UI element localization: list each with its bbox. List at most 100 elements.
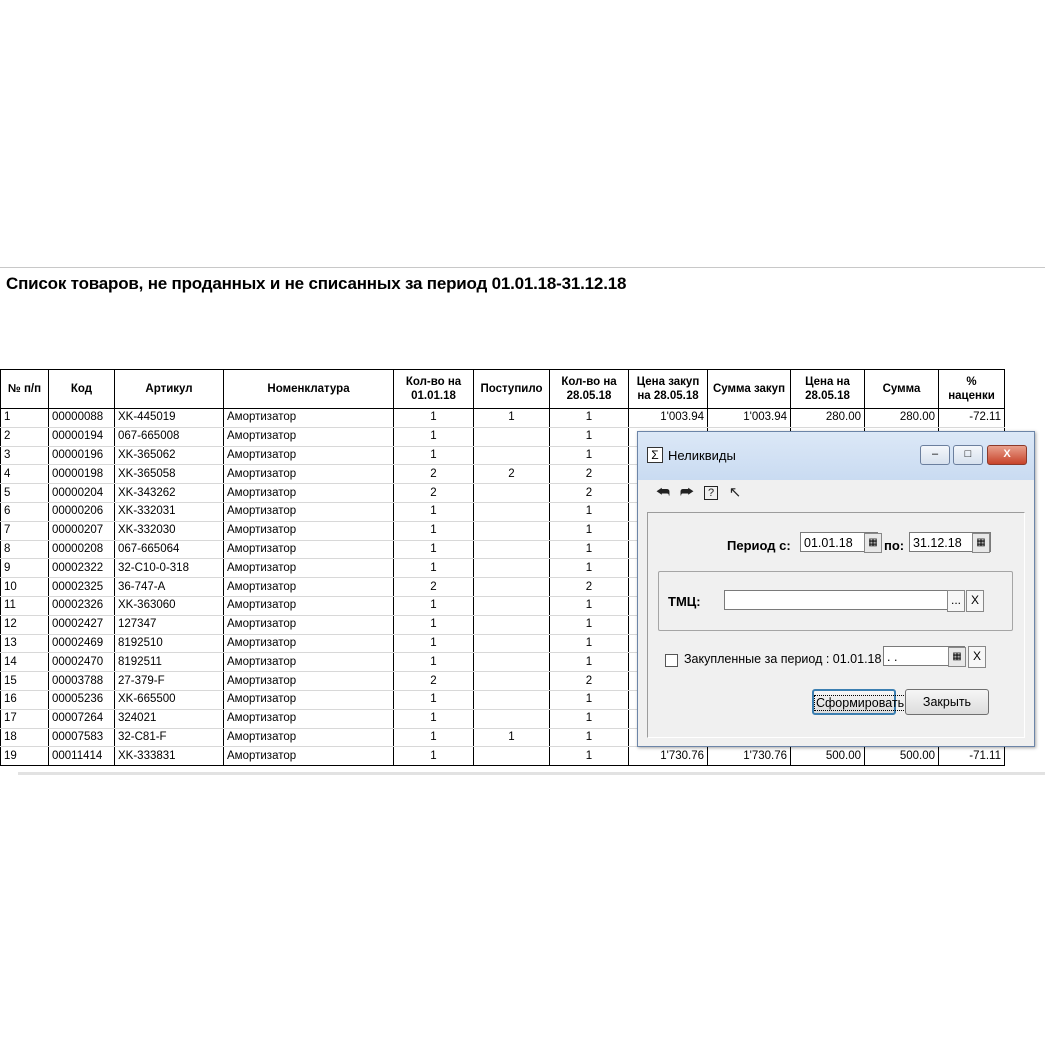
column-header-line: Код xyxy=(70,383,93,395)
table-cell: 1 xyxy=(393,558,474,579)
calendar-icon[interactable]: ▦ xyxy=(864,533,882,553)
table-cell: XK-365062 xyxy=(114,446,224,466)
column-header: Артикул xyxy=(114,369,224,409)
table-cell: 00002427 xyxy=(48,615,115,635)
calendar-icon[interactable]: ▦ xyxy=(948,647,966,667)
table-cell: Амортизатор xyxy=(223,577,394,597)
table-cell xyxy=(473,634,550,654)
column-header-line: 01.01.18 xyxy=(411,390,456,402)
table-cell: 00000206 xyxy=(48,502,115,522)
column-header-line: Цена на xyxy=(805,376,850,388)
clear-tmc-button[interactable]: X xyxy=(966,590,984,612)
table-cell xyxy=(473,596,550,616)
table-cell: 00002322 xyxy=(48,558,115,579)
table-cell: 067-665008 xyxy=(114,427,224,447)
column-header-line: Сумма закуп xyxy=(712,383,786,395)
table-cell: Амортизатор xyxy=(223,690,394,710)
tmc-field[interactable] xyxy=(724,590,964,610)
table-cell: XK-343262 xyxy=(114,483,224,503)
table-cell: XK-332030 xyxy=(114,521,224,541)
table-cell: 00002326 xyxy=(48,596,115,616)
browse-button[interactable]: ... xyxy=(947,590,965,612)
table-cell: 5 xyxy=(0,483,49,503)
illiquid-dialog: Σ Неликвиды – □ X ⮪ ⮫ ? ↖ Период с: 01.0… xyxy=(637,431,1035,747)
table-cell: 00000207 xyxy=(48,521,115,541)
table-cell: 1 xyxy=(473,728,550,748)
maximize-button[interactable]: □ xyxy=(953,445,983,465)
calendar-icon[interactable]: ▦ xyxy=(972,533,990,553)
table-cell: 2 xyxy=(0,427,49,447)
help-icon[interactable]: ? xyxy=(702,483,720,503)
column-header-line: Цена закуп xyxy=(636,376,700,388)
table-cell: 00007583 xyxy=(48,728,115,748)
column-header: Номенклатура xyxy=(223,369,394,409)
table-cell: 8 xyxy=(0,540,49,560)
table-cell: 16 xyxy=(0,690,49,710)
table-cell: 1 xyxy=(393,634,474,654)
column-header: Код xyxy=(48,369,115,409)
table-cell: Амортизатор xyxy=(223,464,394,485)
table-cell: Амортизатор xyxy=(223,615,394,635)
table-cell: 32-C10-0-318 xyxy=(114,558,224,579)
dialog-title: Неликвиды xyxy=(668,448,736,463)
table-cell: 1 xyxy=(549,709,629,729)
table-cell: 1 xyxy=(0,408,49,428)
table-cell: 1 xyxy=(393,728,474,748)
clear-purchased-button[interactable]: X xyxy=(968,646,986,668)
column-header-line: на 28.05.18 xyxy=(637,390,699,402)
tmc-group: ТМЦ: ... X xyxy=(658,571,1013,631)
table-cell: 00007264 xyxy=(48,709,115,729)
table-cell: 00000204 xyxy=(48,483,115,503)
table-cell: 00000196 xyxy=(48,446,115,466)
table-cell: 00002469 xyxy=(48,634,115,654)
table-cell: 14 xyxy=(0,652,49,673)
table-cell: 1 xyxy=(393,652,474,673)
close-button[interactable]: Закрыть xyxy=(905,689,989,715)
table-cell: Амортизатор xyxy=(223,596,394,616)
form-report-button[interactable]: Сформировать xyxy=(812,689,907,715)
close-window-button[interactable]: X xyxy=(987,445,1027,465)
table-cell: XK-445019 xyxy=(114,408,224,428)
back-icon[interactable]: ⮪ xyxy=(654,483,672,503)
table-cell xyxy=(473,427,550,447)
table-cell: Амортизатор xyxy=(223,446,394,466)
table-row: 1 00000088 XK-445019 Амортизатор 1 1 1 1'003.94… xyxy=(0,408,1005,428)
table-cell: XK-665500 xyxy=(114,690,224,710)
table-cell xyxy=(473,746,550,767)
table-cell: 00000198 xyxy=(48,464,115,485)
table-cell: Амортизатор xyxy=(223,671,394,691)
period-from-label: Период с: xyxy=(727,538,791,553)
table-cell: -71.11 xyxy=(938,746,1005,767)
whats-this-icon[interactable]: ↖ xyxy=(726,483,744,503)
table-cell: 00005236 xyxy=(48,690,115,710)
table-cell: 1 xyxy=(549,596,629,616)
dialog-toolbar: ⮪ ⮫ ? ↖ xyxy=(638,480,1034,508)
table-cell xyxy=(473,540,550,560)
column-header: Сумма xyxy=(864,369,939,409)
purchased-label: Закупленные за период : 01.01.18 - xyxy=(684,652,890,666)
table-cell: 2 xyxy=(549,671,629,691)
table-cell: 2 xyxy=(549,483,629,503)
table-cell: Амортизатор xyxy=(223,634,394,654)
dialog-titlebar[interactable]: Σ Неликвиды – □ X xyxy=(638,432,1034,481)
table-row: 19 00011414 XK-333831 Амортизатор 1 1 1'730.76… xyxy=(0,746,1005,767)
table-cell: 00003788 xyxy=(48,671,115,691)
table-cell xyxy=(473,652,550,673)
table-cell: Амортизатор xyxy=(223,502,394,522)
table-cell: 1 xyxy=(393,408,474,428)
table-cell: 1 xyxy=(393,540,474,560)
purchased-checkbox[interactable] xyxy=(665,654,678,667)
table-cell: 127347 xyxy=(114,615,224,635)
forward-icon[interactable]: ⮫ xyxy=(678,483,696,503)
table-cell: 1 xyxy=(549,558,629,579)
table-cell: XK-332031 xyxy=(114,502,224,522)
table-cell: 1 xyxy=(549,540,629,560)
column-header-line: 28.05.18 xyxy=(805,390,850,402)
table-cell: XK-363060 xyxy=(114,596,224,616)
table-cell: 1 xyxy=(549,408,629,428)
table-cell: 1 xyxy=(393,427,474,447)
minimize-button[interactable]: – xyxy=(920,445,950,465)
table-cell: 00000194 xyxy=(48,427,115,447)
table-cell: 1 xyxy=(393,521,474,541)
form-report-label: Сформировать xyxy=(814,695,907,711)
